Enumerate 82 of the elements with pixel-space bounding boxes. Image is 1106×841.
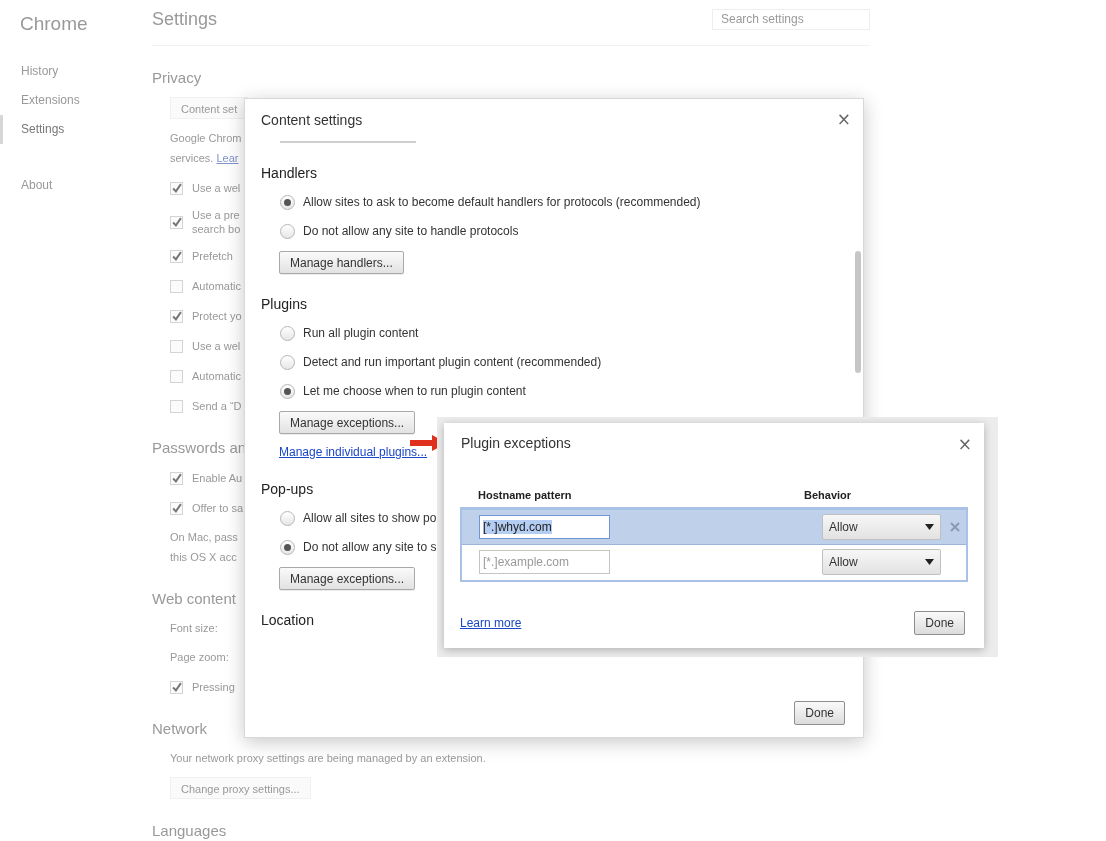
plugins-link[interactable]: Manage individual plugins... [279,445,428,459]
checkbox-label: Automatic [192,279,241,293]
done-button[interactable]: Done [794,701,845,725]
radio-label: Run all plugin content [303,326,419,340]
checkbox[interactable] [170,279,183,293]
check-icon [171,311,182,321]
description-text: Page zoom: [170,650,229,665]
manage-button[interactable]: Manage exceptions... [279,411,416,434]
hostname-field[interactable]: [*.]example.com [479,550,610,574]
checkbox[interactable] [170,399,183,413]
description-text: Your network proxy settings are being managed by an extension. [170,751,486,766]
radio-label: Do not allow any site to handle protocols [303,224,519,238]
radio-button[interactable] [280,325,295,341]
radio-label: Allow sites to ask to become default handlers for protocols (recommended) [303,195,701,209]
radio-button[interactable] [280,539,295,555]
close-button[interactable]: × [832,110,855,128]
description-text: Google Chrom [170,131,242,146]
done-button[interactable]: Done [914,611,965,635]
checkbox-label: Prefetch [192,249,233,263]
checkbox[interactable] [170,249,183,263]
checkbox-label: Use a pre search bo [192,208,241,236]
radio-button[interactable] [280,383,295,399]
manage-button[interactable]: Manage exceptions... [279,567,416,590]
checkbox-label: Protect yo [192,309,242,323]
section-title: Privacy [152,68,202,88]
caret-icon [925,559,934,565]
radio-label: Let me choose when to run plugin content [303,384,526,398]
manage-button[interactable]: Manage handlers... [279,251,404,274]
description-text: Font size: [170,621,218,636]
column-header: Behavior [804,489,853,503]
checkbox[interactable] [170,369,183,383]
section-title: Plugins [261,295,307,314]
check-icon [171,473,182,483]
check-icon [171,682,182,692]
radio-label: Allow all sites to show po [303,511,437,525]
page-title: Settings [152,9,218,30]
exception-row[interactable]: [*.]whyd.com Allow [462,510,966,545]
checkbox-label: Pressing [192,680,235,694]
description-text: On Mac, pass this OS X acc [170,530,238,565]
checkbox[interactable] [170,309,183,323]
checkbox[interactable] [170,181,183,195]
check-icon [171,183,182,193]
check-icon [171,251,182,261]
checkbox-label: Offer to sa [192,501,244,515]
app-title: Chrome [19,13,89,36]
scrollbar-thumb[interactable] [855,251,861,373]
checkbox[interactable] [170,215,183,229]
checkbox-label: Use a wel [192,181,241,195]
description-text: services. [170,152,214,164]
sidebar-item[interactable]: Settings [0,115,152,144]
hostname-field[interactable]: [*.]whyd.com [479,515,610,539]
radio-button[interactable] [280,194,295,210]
checkbox-label: Use a wel [192,339,241,353]
section-title: Pop-ups [261,480,314,499]
section-title: Web content [152,589,236,609]
radio-label: Do not allow any site to s [303,540,437,554]
radio-button[interactable] [280,223,295,239]
checkbox[interactable] [170,501,183,515]
radio-button[interactable] [280,510,295,526]
checkbox[interactable] [170,680,183,694]
checkbox-label: Automatic [192,369,241,383]
check-icon [171,503,182,513]
section-title: Location [261,611,314,630]
behavior-select[interactable]: Allow [822,549,941,575]
section-title: Network [152,719,207,739]
radio-button[interactable] [280,354,295,370]
checkbox[interactable] [170,339,183,353]
dialog-title: Plugin exceptions [461,435,571,453]
column-header: Hostname pattern [477,489,573,503]
caret-icon [925,524,934,530]
dialog-title: Content settings [261,112,363,130]
checkbox-label: Enable Au [192,471,243,485]
checkbox[interactable] [170,471,183,485]
checkbox-label: Send a “D [192,399,242,413]
section-title: Languages [152,821,227,841]
radio-label: Detect and run important plugin content (recommended) [303,355,602,369]
section-title: Handlers [261,164,318,183]
behavior-select[interactable]: Allow [822,514,941,540]
check-icon [171,217,182,227]
close-button[interactable]: × [953,435,976,453]
learn-more-link[interactable]: Learn more [460,616,522,630]
search-field[interactable]: Search settings [712,8,870,30]
